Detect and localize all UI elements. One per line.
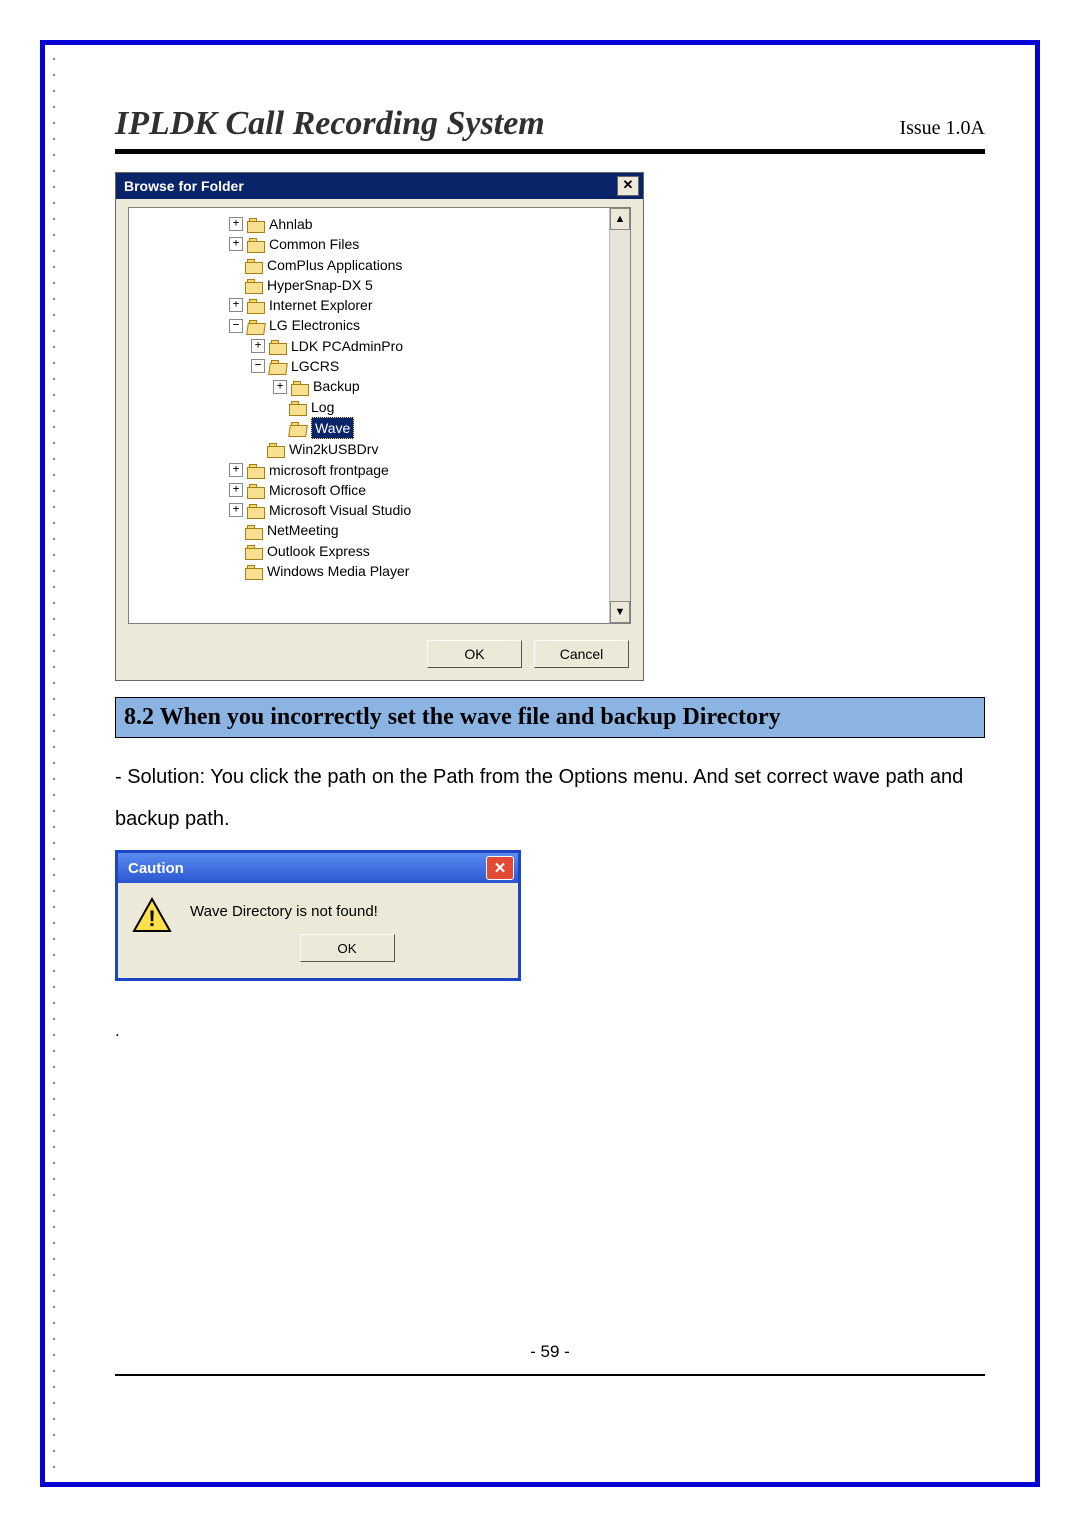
tree-node[interactable]: Log xyxy=(159,397,626,417)
warning-icon: ! xyxy=(132,897,172,933)
page-content: IPLDK Call Recording System Issue 1.0A B… xyxy=(115,105,985,1442)
spiral-binding-dots xyxy=(51,51,57,1476)
tree-node[interactable]: NetMeeting xyxy=(159,520,626,540)
tree-node[interactable]: Windows Media Player xyxy=(159,561,626,581)
cancel-button[interactable]: Cancel xyxy=(534,640,629,668)
tree-label: Common Files xyxy=(269,234,359,254)
tree-label: Ahnlab xyxy=(269,214,313,234)
tree-label: Backup xyxy=(313,376,360,396)
caution-titlebar: Caution ✕ xyxy=(118,853,518,883)
tree-label: NetMeeting xyxy=(267,520,339,540)
header-rule xyxy=(115,149,985,154)
tree-node[interactable]: +Microsoft Visual Studio xyxy=(159,500,626,520)
document-title: IPLDK Call Recording System xyxy=(115,105,545,143)
section-heading: 8.2 When you incorrectly set the wave fi… xyxy=(115,697,985,738)
tree-node[interactable]: +Internet Explorer xyxy=(159,295,626,315)
ok-button[interactable]: OK xyxy=(427,640,522,668)
dialog-titlebar: Browse for Folder ✕ xyxy=(116,173,643,199)
tree-node[interactable]: −LG Electronics xyxy=(159,315,626,335)
close-icon[interactable]: ✕ xyxy=(486,856,514,880)
close-icon[interactable]: ✕ xyxy=(617,176,639,196)
tree-label: Microsoft Office xyxy=(269,480,366,500)
tree-label: Windows Media Player xyxy=(267,561,409,581)
page-header: IPLDK Call Recording System Issue 1.0A xyxy=(115,105,985,143)
tree-node[interactable]: −LGCRS xyxy=(159,356,626,376)
scroll-down-icon[interactable]: ▼ xyxy=(610,601,630,623)
svg-text:!: ! xyxy=(148,906,155,931)
page-frame: IPLDK Call Recording System Issue 1.0A B… xyxy=(40,40,1040,1487)
tree-label: Log xyxy=(311,397,334,417)
caution-message: Wave Directory is not found! xyxy=(190,903,504,920)
browse-for-folder-dialog: Browse for Folder ✕ +Ahnlab +Common File… xyxy=(115,172,644,681)
tree-label: Win2kUSBDrv xyxy=(289,439,378,459)
caution-dialog: Caution ✕ ! Wave Directory is not found!… xyxy=(115,850,521,981)
dialog-buttons: OK Cancel xyxy=(116,632,643,680)
tree-node[interactable]: ComPlus Applications xyxy=(159,255,626,275)
tree-label: ComPlus Applications xyxy=(267,255,402,275)
tree-label: Wave xyxy=(311,417,354,439)
tree-node[interactable]: +Common Files xyxy=(159,234,626,254)
body-paragraph: - Solution: You click the path on the Pa… xyxy=(115,756,985,840)
issue-label: Issue 1.0A xyxy=(899,117,985,140)
scrollbar[interactable]: ▲ ▼ xyxy=(609,208,630,623)
tree-node-selected[interactable]: Wave xyxy=(159,417,626,439)
tree-node[interactable]: +Backup xyxy=(159,376,626,396)
tree-node[interactable]: Win2kUSBDrv xyxy=(159,439,626,459)
scroll-up-icon[interactable]: ▲ xyxy=(610,208,630,230)
caution-title-text: Caution xyxy=(128,860,184,877)
tree-node[interactable]: +LDK PCAdminPro xyxy=(159,336,626,356)
tree-label: Outlook Express xyxy=(267,541,370,561)
stray-dot: . xyxy=(115,1021,985,1041)
tree-label: Microsoft Visual Studio xyxy=(269,500,411,520)
tree-label: LDK PCAdminPro xyxy=(291,336,403,356)
tree-node[interactable]: +microsoft frontpage xyxy=(159,460,626,480)
tree-label: microsoft frontpage xyxy=(269,460,389,480)
tree-node[interactable]: Outlook Express xyxy=(159,541,626,561)
tree-label: LGCRS xyxy=(291,356,339,376)
dialog-title-text: Browse for Folder xyxy=(124,178,244,194)
tree-label: HyperSnap-DX 5 xyxy=(267,275,373,295)
caution-body: Wave Directory is not found! OK xyxy=(190,897,504,962)
footer-rule xyxy=(115,1374,985,1376)
tree-label: LG Electronics xyxy=(269,315,360,335)
tree-node[interactable]: +Ahnlab xyxy=(159,214,626,234)
tree-node[interactable]: HyperSnap-DX 5 xyxy=(159,275,626,295)
page-number: - 59 - xyxy=(115,1342,985,1362)
ok-button[interactable]: OK xyxy=(300,934,395,962)
tree-label: Internet Explorer xyxy=(269,295,373,315)
folder-tree[interactable]: +Ahnlab +Common Files ComPlus Applicatio… xyxy=(128,207,631,624)
tree-node[interactable]: +Microsoft Office xyxy=(159,480,626,500)
